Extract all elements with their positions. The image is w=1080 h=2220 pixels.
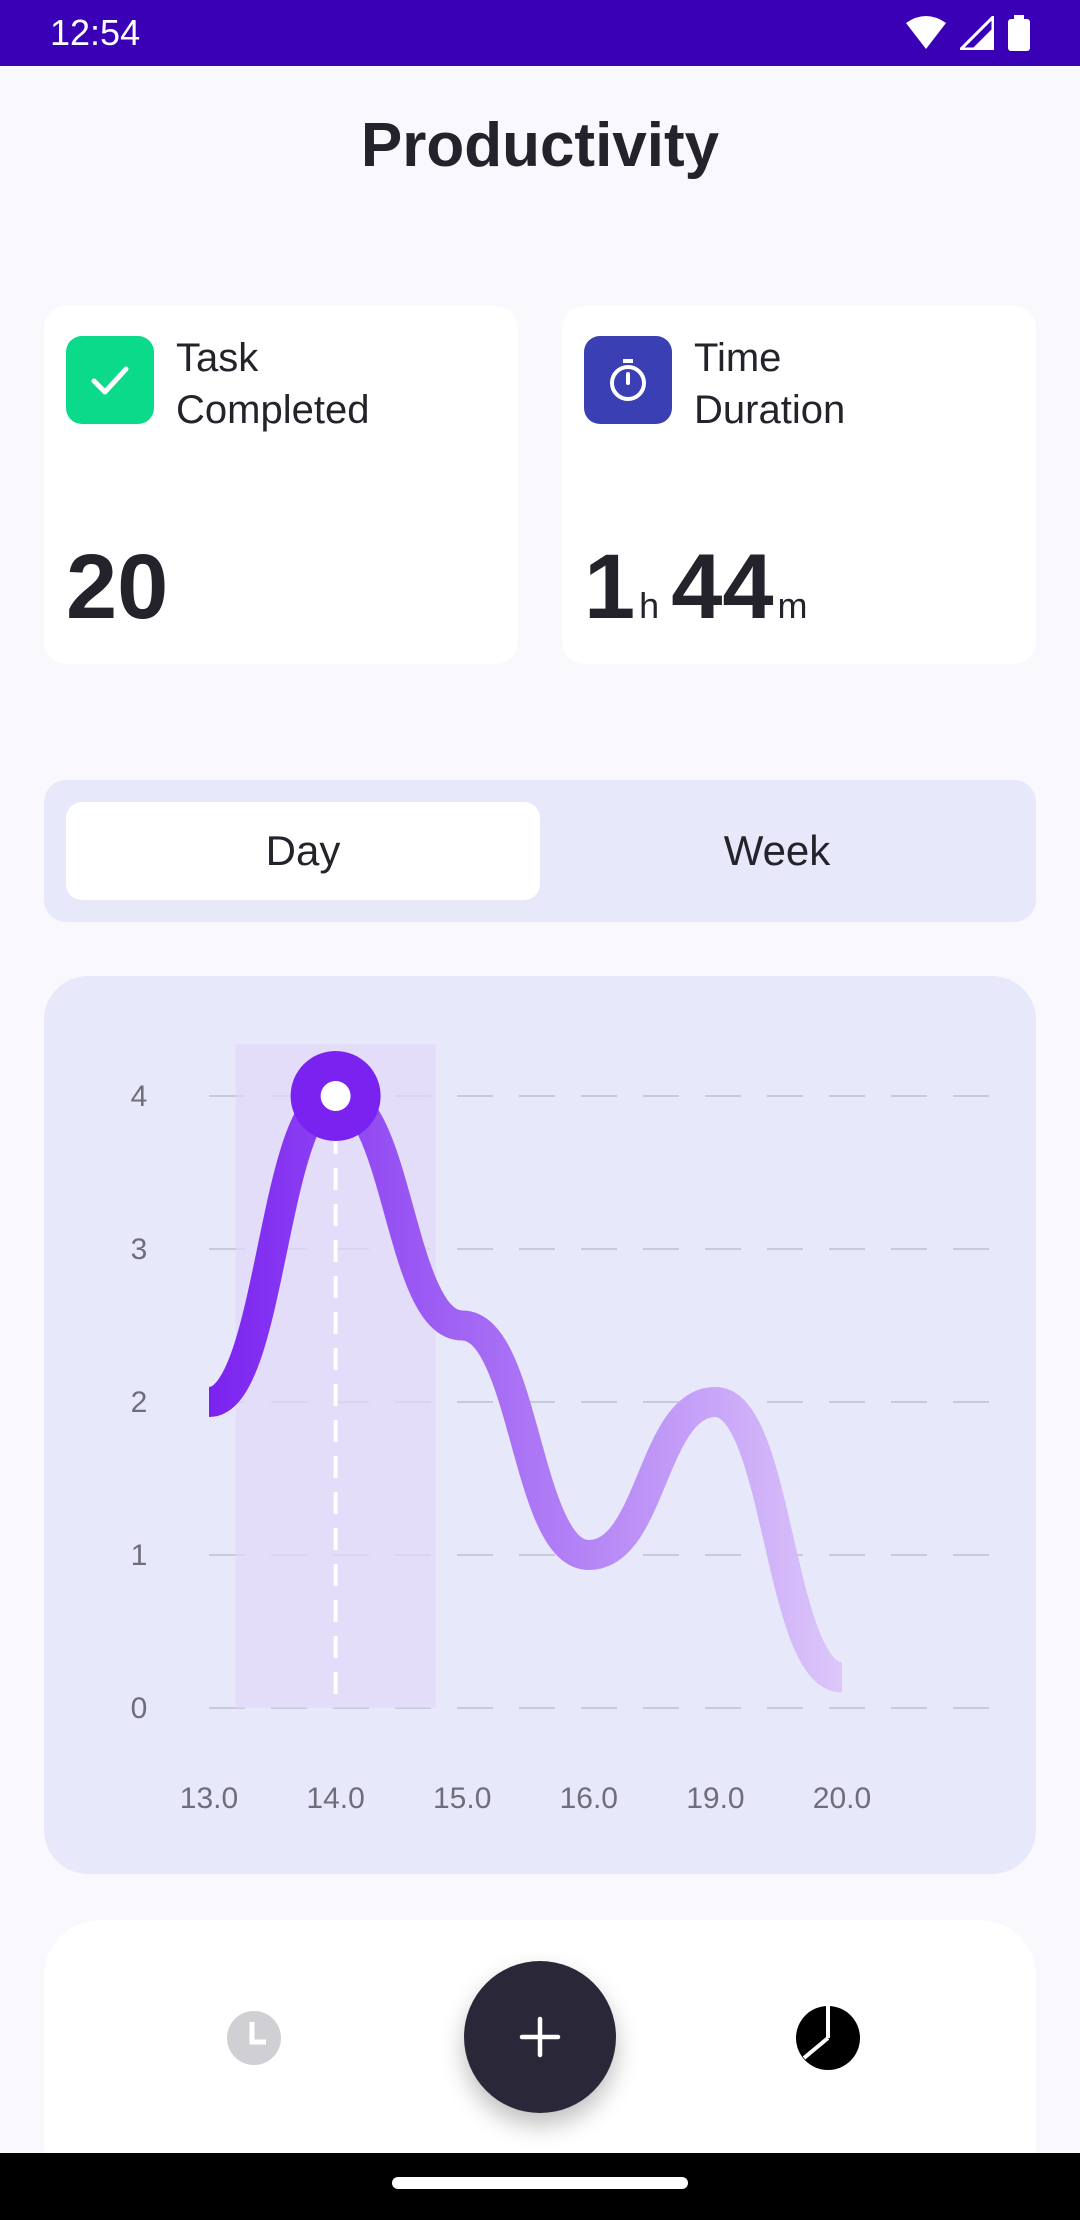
minutes-value: 44 <box>671 536 774 638</box>
time-duration-card: Time Duration 1 h 44 m <box>562 306 1036 664</box>
day-tab[interactable]: Day <box>66 802 540 900</box>
status-bar: 12:54 <box>0 0 1080 66</box>
y-tick-label: 3 <box>131 1233 148 1266</box>
time-label-line1: Time <box>694 336 782 380</box>
wifi-icon <box>906 16 946 49</box>
page-title: Productivity <box>360 111 720 180</box>
x-tick-label: 20.0 <box>813 1782 871 1815</box>
y-tick-label: 0 <box>131 1692 148 1725</box>
tasks-completed-label: Task Completed <box>176 332 496 436</box>
time-label-line2: Duration <box>694 388 846 432</box>
minutes-unit: m <box>777 585 808 626</box>
add-button[interactable] <box>464 1961 616 2113</box>
y-tick-label: 4 <box>131 1080 148 1113</box>
tasks-completed-card: Task Completed 20 <box>44 306 518 664</box>
tasks-label-line1: Task <box>176 336 259 380</box>
battery-icon <box>1008 15 1030 51</box>
home-handle[interactable] <box>392 2177 688 2189</box>
check-icon <box>66 336 154 424</box>
clock-icon[interactable] <box>226 2010 282 2066</box>
x-tick-label: 19.0 <box>686 1782 744 1815</box>
period-toggle: Day Week <box>44 780 1036 922</box>
stopwatch-icon <box>584 336 672 424</box>
x-tick-label: 14.0 <box>306 1782 364 1815</box>
hours-unit: h <box>639 585 660 626</box>
x-tick-label: 15.0 <box>433 1782 491 1815</box>
time-duration-value: 1 h 44 m <box>584 532 820 661</box>
week-tab[interactable]: Week <box>540 802 1014 900</box>
pie-chart-icon[interactable] <box>794 2004 862 2072</box>
productivity-chart[interactable]: 0 1 2 3 4 13.0 14.0 15.0 16.0 19.0 20.0 <box>44 976 1036 1874</box>
tasks-label-line2: Completed <box>176 388 370 432</box>
time-duration-label: Time Duration <box>694 332 1014 436</box>
tasks-completed-value: 20 <box>66 536 169 638</box>
data-point-marker-center <box>320 1081 351 1111</box>
status-time: 12:54 <box>50 12 141 53</box>
hours-value: 1 <box>584 536 636 638</box>
productivity-chart-card: 0 1 2 3 4 13.0 14.0 15.0 16.0 19.0 20.0 <box>44 976 1036 1874</box>
y-tick-label: 1 <box>131 1539 148 1572</box>
x-tick-label: 16.0 <box>560 1782 618 1815</box>
y-tick-label: 2 <box>131 1386 148 1419</box>
x-tick-label: 13.0 <box>180 1782 238 1815</box>
plus-icon <box>519 2016 561 2058</box>
signal-icon <box>960 16 994 50</box>
